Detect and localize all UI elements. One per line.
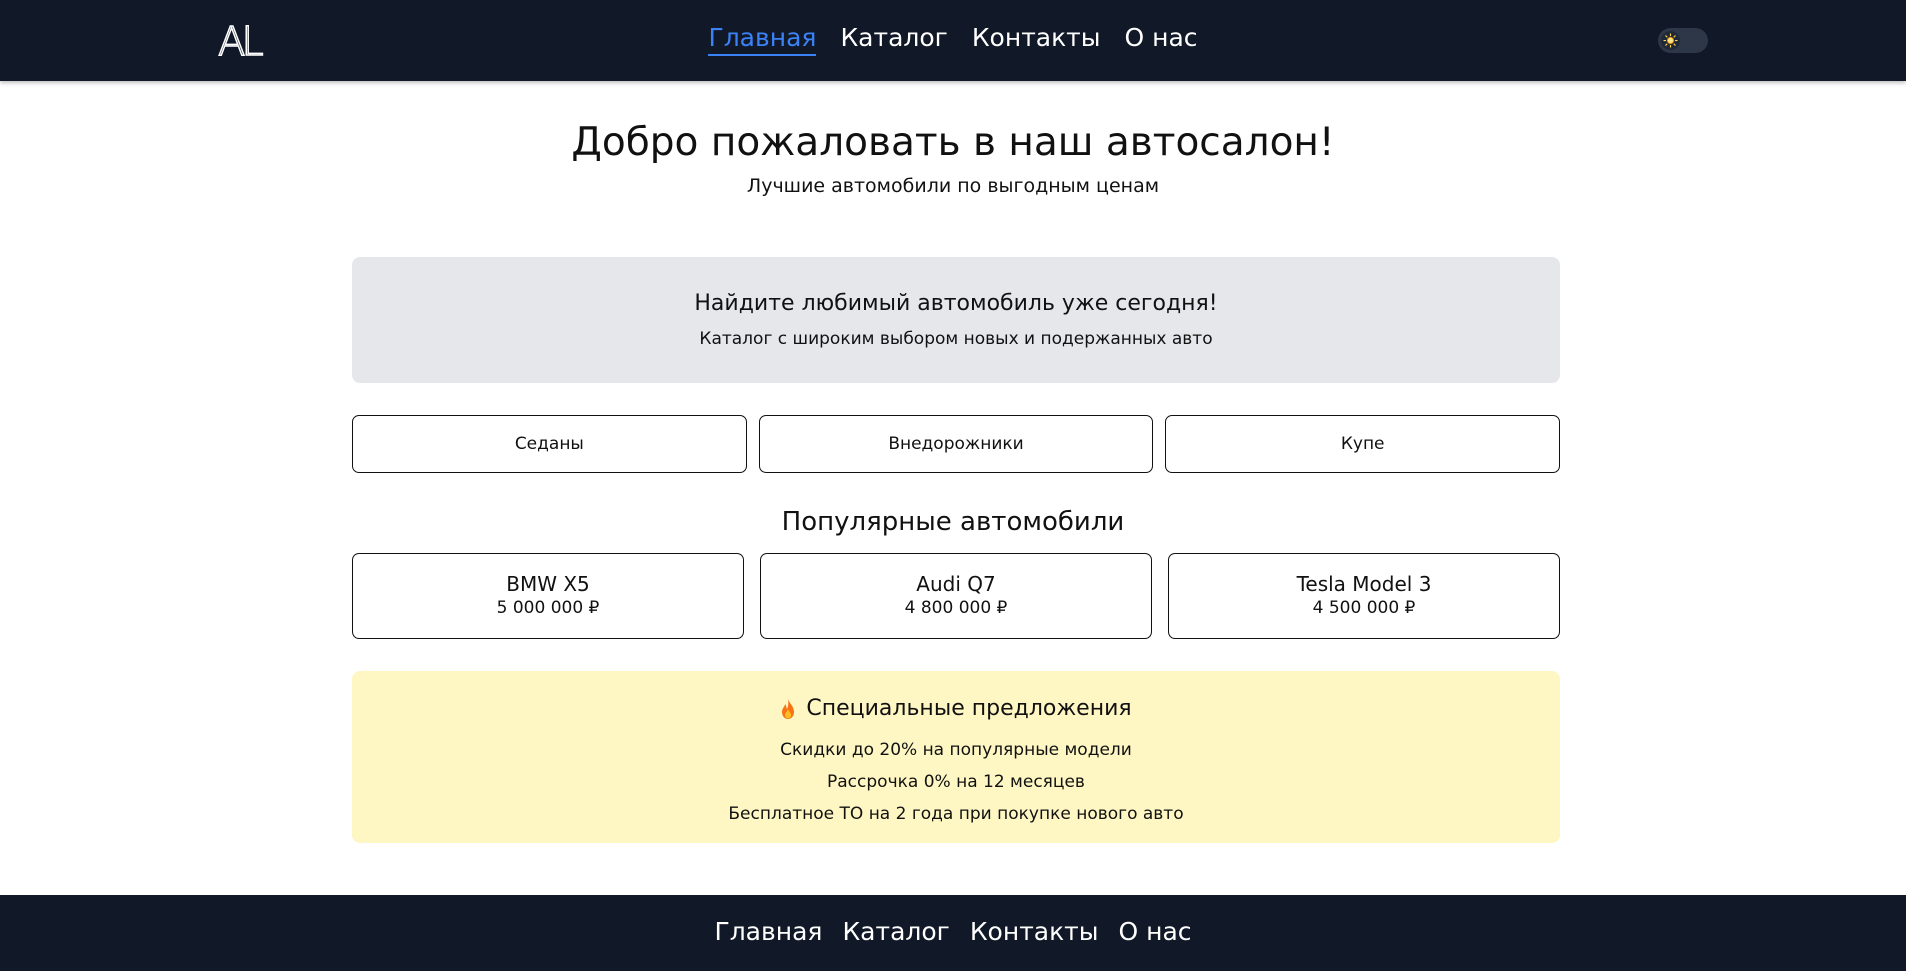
car-card[interactable]: BMW X5 5 000 000 ₽ xyxy=(352,553,744,639)
top-nav: Главная Каталог Контакты О нас xyxy=(0,22,1906,56)
category-buttons: Седаны Внедорожники Купе xyxy=(352,415,1561,473)
popular-section-title: Популярные автомобили xyxy=(781,507,1125,537)
sun-icon xyxy=(1663,33,1678,48)
car-card[interactable]: Audi Q7 4 800 000 ₽ xyxy=(760,553,1152,639)
fire-icon xyxy=(782,699,795,719)
popular-cars-list: BMW X5 5 000 000 ₽ Audi Q7 4 800 000 ₽ T… xyxy=(352,553,1560,639)
special-offers: Специальные предложения Скидки до 20% на… xyxy=(352,671,1560,843)
category-sedans-button[interactable]: Седаны xyxy=(352,415,747,473)
banner-subtitle: Каталог с широким выбором новых и подерж… xyxy=(699,329,1213,349)
offers-header: Специальные предложения xyxy=(352,694,1560,724)
car-name: Audi Q7 xyxy=(916,572,996,596)
nav-link-home[interactable]: Главная xyxy=(708,22,817,56)
footer-link-contacts[interactable]: Контакты xyxy=(970,916,1099,948)
offer-item: Скидки до 20% на популярные модели xyxy=(780,740,1132,760)
category-coupe-button[interactable]: Купе xyxy=(1165,415,1561,473)
car-name: BMW X5 xyxy=(506,572,590,596)
nav-link-about[interactable]: О нас xyxy=(1125,22,1198,56)
footer-link-catalog[interactable]: Каталог xyxy=(842,916,949,948)
nav-link-contacts[interactable]: Контакты xyxy=(972,22,1101,56)
footer-nav: Главная Каталог Контакты О нас xyxy=(0,916,1906,948)
car-price: 5 000 000 ₽ xyxy=(496,598,600,618)
offer-item: Бесплатное ТО на 2 года при покупке ново… xyxy=(728,804,1184,824)
site-header: AL Главная Каталог Контакты О нас xyxy=(0,0,1906,81)
footer-link-home[interactable]: Главная xyxy=(714,916,822,948)
toggle-knob xyxy=(1661,31,1680,50)
banner-title: Найдите любимый автомобиль уже сегодня! xyxy=(694,291,1218,316)
promo-banner: Найдите любимый автомобиль уже сегодня! … xyxy=(352,257,1560,383)
car-name: Tesla Model 3 xyxy=(1296,572,1432,596)
footer-link-about[interactable]: О нас xyxy=(1119,916,1192,948)
nav-link-catalog[interactable]: Каталог xyxy=(840,22,947,56)
car-price: 4 500 000 ₽ xyxy=(1312,598,1416,618)
page-title: Добро пожаловать в наш автосалон! xyxy=(571,120,1335,165)
site-footer: Главная Каталог Контакты О нас xyxy=(0,895,1906,971)
offers-title: Специальные предложения xyxy=(806,696,1132,721)
category-suv-button[interactable]: Внедорожники xyxy=(758,415,1154,473)
car-card[interactable]: Tesla Model 3 4 500 000 ₽ xyxy=(1168,553,1560,639)
page-subtitle: Лучшие автомобили по выгодным ценам xyxy=(746,175,1160,197)
offer-item: Рассрочка 0% на 12 месяцев xyxy=(827,772,1085,792)
theme-toggle[interactable] xyxy=(1658,28,1708,53)
car-price: 4 800 000 ₽ xyxy=(904,598,1008,618)
